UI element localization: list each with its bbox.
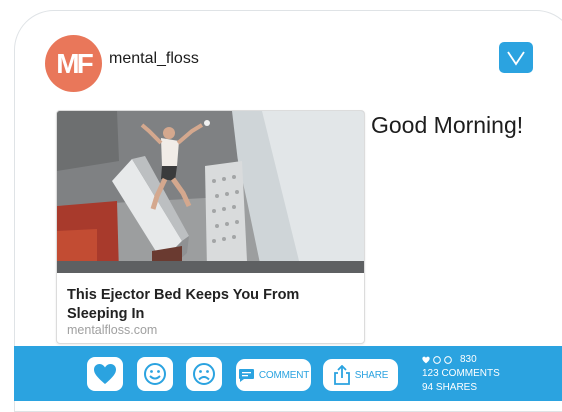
avatar-logo-text: MF <box>56 47 93 79</box>
heart-icon <box>94 364 116 384</box>
smile-reaction-button[interactable] <box>137 357 173 391</box>
shares-count[interactable]: 94 SHARES <box>422 381 500 395</box>
comments-count[interactable]: 123 COMMENTS <box>422 367 500 381</box>
reactions-row[interactable]: 830 <box>422 353 500 367</box>
link-preview-card[interactable]: This Ejector Bed Keeps You From Sleeping… <box>56 110 365 344</box>
smile-icon <box>144 363 166 385</box>
like-button[interactable] <box>87 357 123 391</box>
username[interactable]: mental_floss <box>109 50 199 68</box>
comment-button[interactable]: COMMENT <box>236 359 311 391</box>
share-button[interactable]: SHARE <box>323 359 398 391</box>
comment-label: COMMENT <box>258 369 310 381</box>
article-source: mentalfloss.com <box>67 323 158 337</box>
share-icon <box>333 365 350 385</box>
frown-icon <box>193 363 215 385</box>
heart-icon <box>422 356 430 364</box>
post-menu-button[interactable] <box>499 42 533 73</box>
article-photo <box>57 111 364 273</box>
reactions-count: 830 <box>460 354 477 365</box>
share-label: SHARE <box>354 369 389 381</box>
frown-icon <box>444 356 452 364</box>
post-stats: 830 123 COMMENTS 94 SHARES <box>422 353 500 395</box>
frown-reaction-button[interactable] <box>186 357 222 391</box>
article-title[interactable]: This Ejector Bed Keeps You From Sleeping… <box>67 286 357 324</box>
comment-bubble-icon <box>238 368 254 382</box>
smile-icon <box>433 356 441 364</box>
post-text: Good Morning! <box>371 112 524 138</box>
chevron-down-icon <box>507 51 525 66</box>
avatar[interactable]: MF <box>45 35 102 92</box>
